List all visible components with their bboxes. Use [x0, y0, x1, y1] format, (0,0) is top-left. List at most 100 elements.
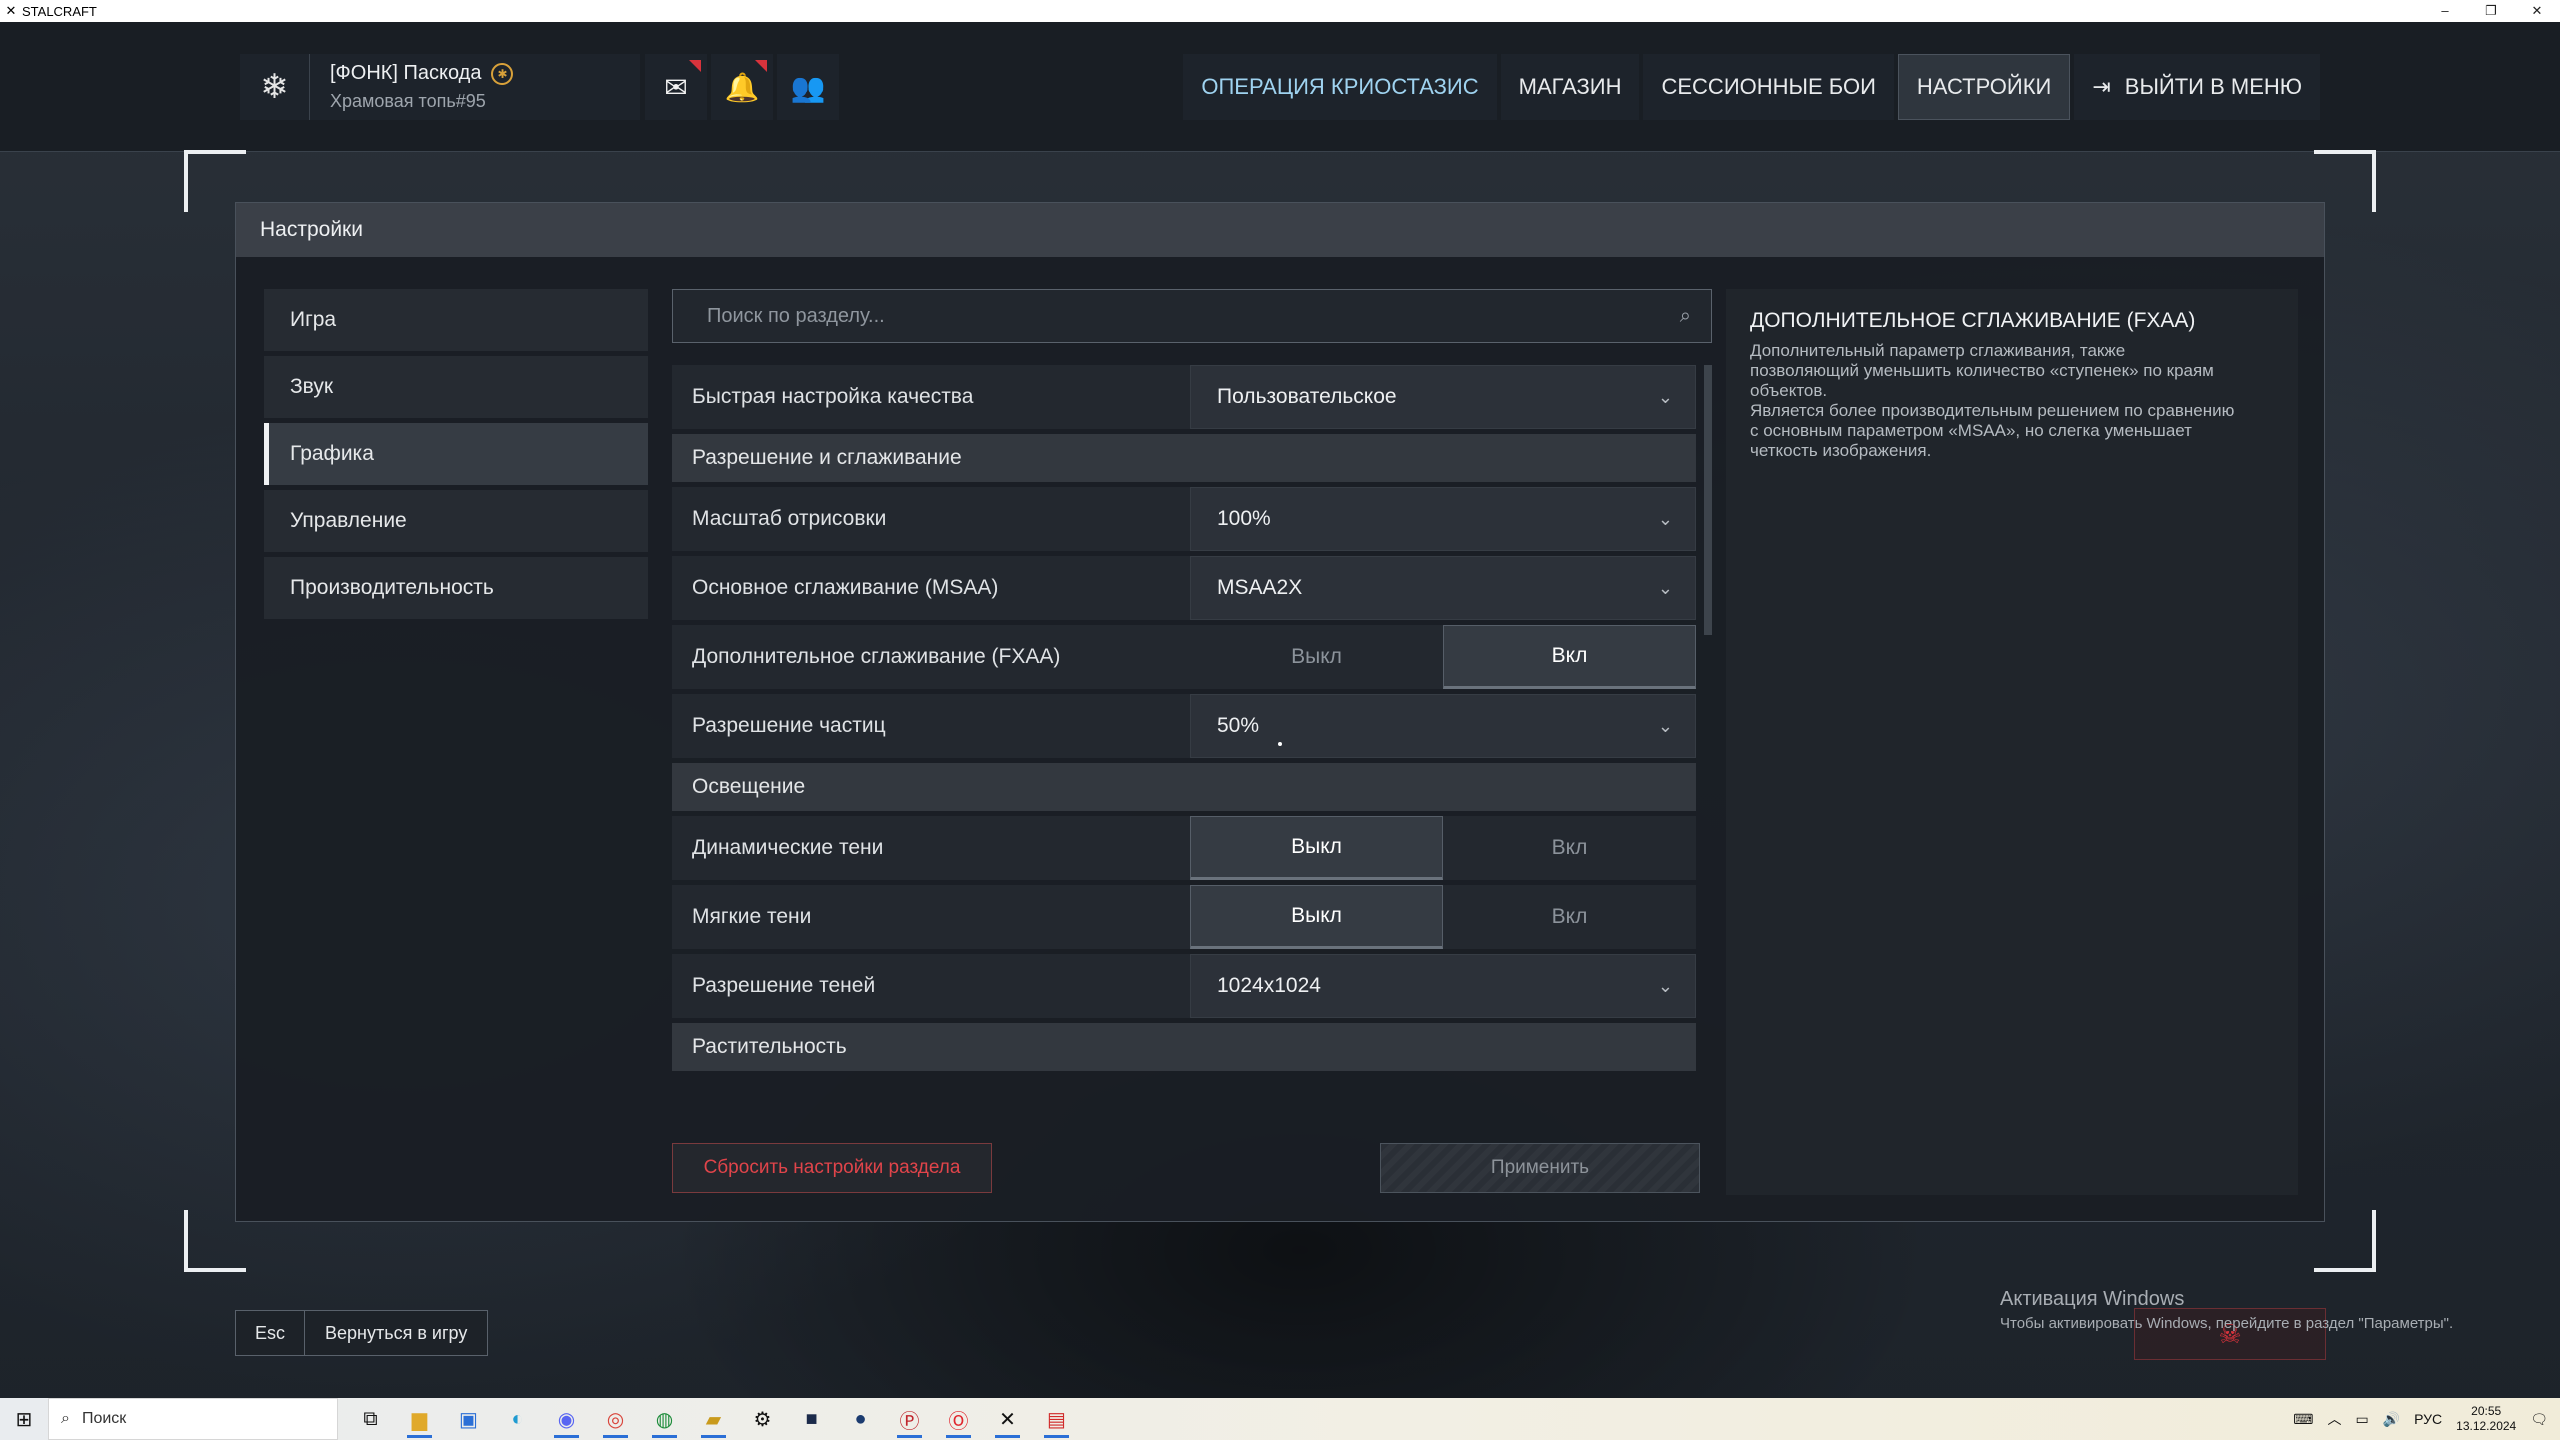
stalcraft-icon[interactable]: ✕ — [983, 1398, 1032, 1440]
section-header-vegetation: Растительность — [672, 1023, 1696, 1071]
search-icon[interactable]: ⌕ — [1680, 305, 1691, 328]
setting-row-particle-resolution: Разрешение частиц 50% ⌄ — [672, 694, 1696, 758]
chevron-down-icon: ⌄ — [1657, 386, 1673, 407]
nav-session-battles[interactable]: СЕССИОННЫЕ БОИ — [1643, 54, 1894, 120]
nav-settings[interactable]: НАСТРОЙКИ — [1897, 54, 2071, 120]
dynamic-shadows-on-option[interactable]: Вкл — [1443, 816, 1696, 880]
chevron-down-icon: ⌄ — [1657, 577, 1673, 598]
taskbar-apps: ⧉ ▆ ▣ ◐ ◉ ◎ ◍ ▰ ⚙ ■ ● Ⓟ Ⓞ ✕ ▤ — [346, 1398, 1081, 1440]
minimize-icon[interactable]: – — [2422, 0, 2468, 22]
quick-quality-dropdown[interactable]: Пользовательское ⌄ — [1190, 365, 1696, 429]
setting-label: Быстрая настройка качества — [692, 385, 974, 408]
bell-icon: 🔔 — [724, 71, 760, 103]
reset-section-button[interactable]: Сбросить настройки раздела — [672, 1143, 992, 1193]
esc-key: Esc — [235, 1310, 305, 1356]
volume-icon[interactable]: 🔊 — [2383, 1411, 2400, 1428]
setting-row-quick-quality: Быстрая настройка качества Пользовательс… — [672, 365, 1696, 429]
fxaa-toggle: Выкл Вкл — [1190, 625, 1696, 689]
terminal-icon[interactable]: ■ — [787, 1398, 836, 1440]
notification-marker — [689, 60, 701, 72]
steam-icon[interactable]: ● — [836, 1398, 885, 1440]
notifications-button[interactable]: 🔔 — [711, 54, 773, 120]
nav-exit-to-menu[interactable]: ⇥ ВЫЙТИ В МЕНЮ — [2074, 54, 2320, 120]
category-performance[interactable]: Производительность — [264, 557, 648, 619]
nav-event[interactable]: ОПЕРАЦИЯ КРИОСТАЗИС — [1183, 54, 1497, 120]
close-icon[interactable]: ✕ — [2514, 0, 2560, 22]
dropdown-value: 1024x1024 — [1217, 974, 1321, 997]
keyboard-icon[interactable]: ⌨ — [2293, 1411, 2313, 1428]
store-icon[interactable]: ▣ — [444, 1398, 493, 1440]
dynamic-shadows-toggle: Выкл Вкл — [1190, 816, 1696, 880]
description-panel: ДОПОЛНИТЕЛЬНОЕ СГЛАЖИВАНИЕ (FXAA) Дополн… — [1726, 289, 2298, 1195]
dynamic-shadows-off-option[interactable]: Выкл — [1190, 816, 1443, 880]
friends-icon: 👥 — [790, 71, 826, 103]
clock[interactable]: 20:55 13.12.2024 — [2456, 1404, 2516, 1434]
notification-center-icon[interactable]: 🗨 — [2530, 1411, 2548, 1428]
scrollbar-thumb[interactable] — [1704, 365, 1712, 635]
nav-exit-label: ВЫЙТИ В МЕНЮ — [2124, 74, 2302, 99]
app-64-icon[interactable]: ▤ — [1032, 1398, 1081, 1440]
edge-icon[interactable]: ◐ — [493, 1398, 542, 1440]
back-to-game-label: Вернуться в игру — [305, 1310, 489, 1356]
mail-button[interactable]: ✉ — [645, 54, 707, 120]
setting-label: Мягкие тени — [692, 905, 812, 928]
windows-activation-watermark: Активация Windows Чтобы активировать Win… — [2000, 1288, 2453, 1332]
soft-shadows-on-option[interactable]: Вкл — [1443, 885, 1696, 949]
setting-row-msaa: Основное сглаживание (MSAA) MSAA2X ⌄ — [672, 556, 1696, 620]
window-titlebar: ✕ STALCRAFT – ❐ ✕ — [0, 0, 2560, 22]
snowflake-icon: ❄ — [240, 54, 310, 120]
window-title: STALCRAFT — [22, 3, 97, 19]
taskbar-search[interactable]: ⌕ Поиск — [48, 1398, 338, 1440]
taskbar-search-placeholder: Поиск — [81, 1410, 127, 1427]
game-icon[interactable]: ▰ — [689, 1398, 738, 1440]
profile-subtitle: Храмовая топь#95 — [330, 91, 486, 111]
category-game[interactable]: Игра — [264, 289, 648, 351]
settings-icon[interactable]: ⚙ — [738, 1398, 787, 1440]
chrome-icon[interactable]: ◎ — [591, 1398, 640, 1440]
discord-icon[interactable]: ◉ — [542, 1398, 591, 1440]
friends-button[interactable]: 👥 — [777, 54, 839, 120]
network-icon[interactable]: ▭ — [2355, 1411, 2368, 1428]
dropdown-value: 100% — [1217, 507, 1271, 530]
setting-row-shadow-resolution: Разрешение теней 1024x1024 ⌄ — [672, 954, 1696, 1018]
search-box: ⌕ — [672, 289, 1712, 343]
file-explorer-icon[interactable]: ▆ — [395, 1398, 444, 1440]
p-app-icon[interactable]: Ⓟ — [885, 1398, 934, 1440]
dropdown-value: 50% — [1217, 714, 1260, 737]
xbox-icon[interactable]: ◍ — [640, 1398, 689, 1440]
dropdown-value: Пользовательское — [1217, 385, 1397, 408]
search-input[interactable] — [707, 304, 1680, 328]
settings-scrollbar[interactable] — [1704, 365, 1712, 1195]
section-header-resolution: Разрешение и сглаживание — [672, 434, 1696, 482]
setting-row-fxaa: Дополнительное сглаживание (FXAA) Выкл В… — [672, 625, 1696, 689]
particle-resolution-dropdown[interactable]: 50% ⌄ — [1190, 694, 1696, 758]
system-tray: ⌨ ︿ ▭ 🔊 РУС 20:55 13.12.2024 🗨 — [2293, 1404, 2560, 1434]
stalcraft-logo-icon: ✕ — [5, 3, 17, 18]
language-indicator[interactable]: РУС — [2414, 1411, 2442, 1427]
nav-shop[interactable]: МАГАЗИН — [1500, 54, 1640, 120]
render-scale-dropdown[interactable]: 100% ⌄ — [1190, 487, 1696, 551]
back-to-game-hint[interactable]: Esc Вернуться в игру — [235, 1310, 489, 1356]
fxaa-on-option[interactable]: Вкл — [1443, 625, 1696, 689]
windows-start-icon[interactable]: ⊞ — [0, 1398, 48, 1440]
category-graphics[interactable]: Графика — [264, 423, 648, 485]
tray-chevron-icon[interactable]: ︿ — [2327, 1409, 2341, 1429]
chevron-down-icon: ⌄ — [1657, 508, 1673, 529]
category-sound[interactable]: Звук — [264, 356, 648, 418]
settings-list: Быстрая настройка качества Пользовательс… — [672, 365, 1696, 1076]
fxaa-off-option[interactable]: Выкл — [1190, 625, 1443, 689]
profile-card[interactable]: ❄ [ФОНК] Паскода ✱ Храмовая топь#95 — [240, 54, 640, 120]
windows-taskbar: ⊞ ⌕ Поиск ⧉ ▆ ▣ ◐ ◉ ◎ ◍ ▰ ⚙ ■ ● Ⓟ Ⓞ ✕ ▤ … — [0, 1398, 2560, 1440]
restore-icon[interactable]: ❐ — [2468, 0, 2514, 22]
msaa-dropdown[interactable]: MSAA2X ⌄ — [1190, 556, 1696, 620]
shadow-resolution-dropdown[interactable]: 1024x1024 ⌄ — [1190, 954, 1696, 1018]
clock-date: 13.12.2024 — [2456, 1419, 2517, 1433]
task-view-icon[interactable]: ⧉ — [346, 1398, 395, 1440]
category-controls[interactable]: Управление — [264, 490, 648, 552]
settings-panel: Настройки Игра Звук Графика Управление П… — [235, 202, 2325, 1222]
opera-icon[interactable]: Ⓞ — [934, 1398, 983, 1440]
soft-shadows-off-option[interactable]: Выкл — [1190, 885, 1443, 949]
clock-time: 20:55 — [2471, 1404, 2502, 1418]
apply-button[interactable]: Применить — [1380, 1143, 1700, 1193]
activation-text: Чтобы активировать Windows, перейдите в … — [2000, 1315, 2454, 1332]
